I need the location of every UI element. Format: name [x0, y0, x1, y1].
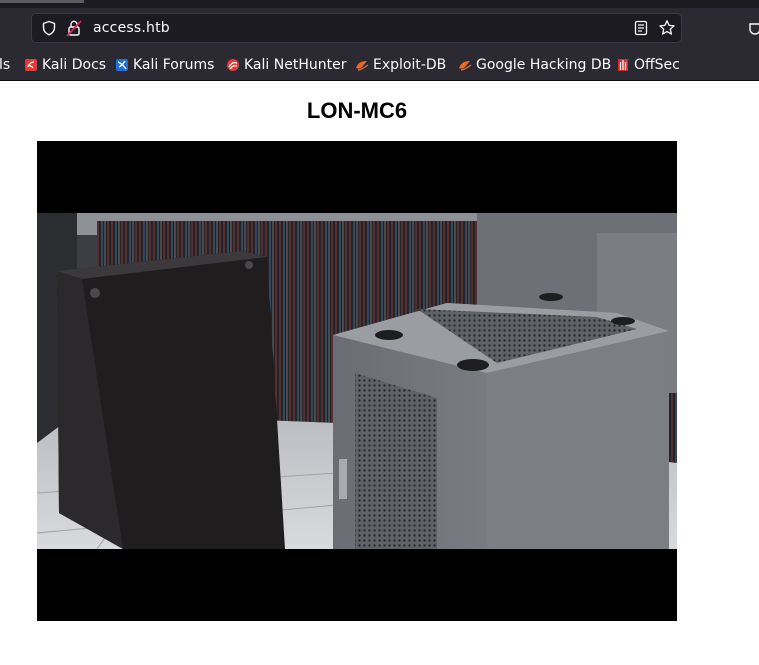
bookmark-star-icon[interactable] — [658, 19, 676, 37]
address-bar[interactable]: access.htb — [31, 13, 682, 43]
bookmark-exploit-db[interactable]: Exploit-DB — [355, 56, 446, 74]
bookmark-tools[interactable]: ls — [0, 56, 10, 74]
bookmarks-toolbar: ls Kali Docs Kali Forums Kali NetHunter … — [0, 50, 759, 81]
insecure-lock-icon[interactable] — [66, 19, 82, 37]
bookmark-label: Kali Forums — [133, 57, 215, 73]
bookmark-label: ls — [0, 57, 11, 73]
active-tab-edge[interactable] — [0, 0, 84, 3]
bookmark-label: OffSec — [634, 57, 680, 73]
bookmark-offsec[interactable]: OffSec — [616, 56, 680, 74]
reader-view-icon[interactable] — [633, 20, 649, 36]
tab-strip — [0, 0, 759, 8]
ghdb-icon — [459, 61, 472, 71]
browser-toolbar: access.htb — [0, 8, 759, 50]
exploit-db-icon — [356, 61, 369, 71]
url-text[interactable]: access.htb — [93, 20, 170, 36]
offsec-icon — [618, 59, 628, 71]
bookmark-label: Exploit-DB — [373, 57, 447, 73]
bookmark-label: Kali Docs — [42, 57, 107, 73]
page-content: LON-MC6 — [0, 81, 759, 665]
page-title: LON-MC6 — [306, 98, 408, 123]
bookmark-kali-docs[interactable]: Kali Docs — [24, 56, 106, 74]
bookmark-label: Kali NetHunter — [244, 57, 347, 73]
tracking-protection-shield-icon[interactable] — [41, 20, 57, 36]
bookmark-kali-nethunter[interactable]: Kali NetHunter — [226, 56, 346, 74]
kali-nethunter-icon — [227, 59, 239, 71]
server-room-camera-image — [37, 213, 677, 549]
pocket-icon[interactable] — [748, 21, 759, 37]
camera-feed-video[interactable] — [37, 141, 677, 621]
kali-docs-icon — [25, 59, 37, 71]
kali-forums-icon — [116, 59, 128, 71]
bookmark-label: Google Hacking DB — [476, 57, 612, 73]
bookmark-google-hacking-db[interactable]: Google Hacking DB — [458, 56, 611, 74]
bookmark-kali-forums[interactable]: Kali Forums — [115, 56, 214, 74]
